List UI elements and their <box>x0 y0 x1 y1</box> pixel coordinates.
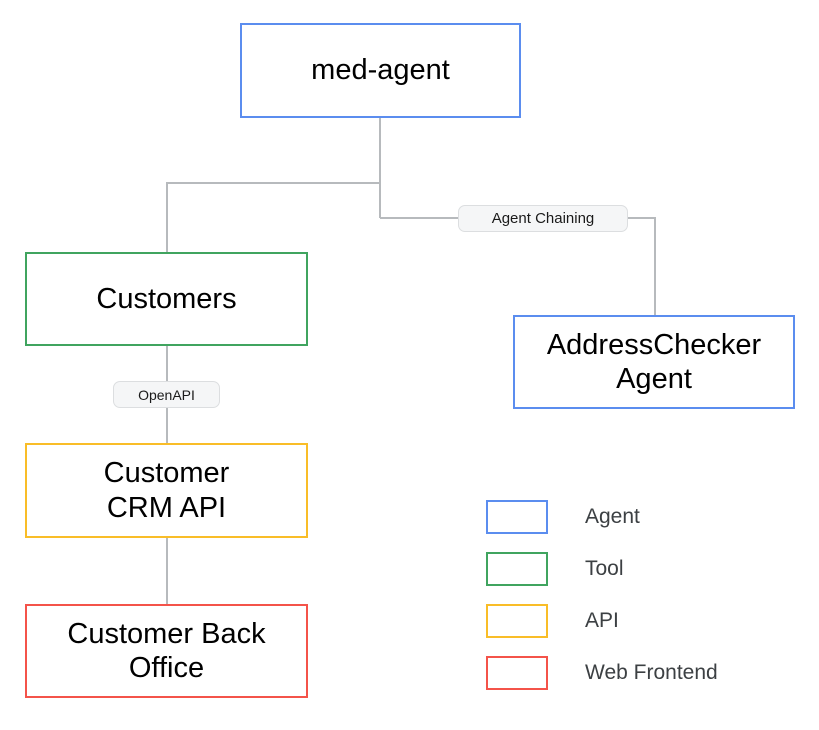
legend-item-api: API <box>486 595 786 647</box>
edge-med-agent-to-address-right <box>626 217 656 315</box>
edge-label-agent-chaining-text: Agent Chaining <box>491 210 595 227</box>
legend-item-tool: Tool <box>486 543 786 595</box>
edge-label-agent-chaining[interactable]: Agent Chaining <box>458 205 628 232</box>
legend-item-agent: Agent <box>486 491 786 543</box>
node-addresschecker-agent[interactable]: AddressChecker Agent <box>513 315 795 409</box>
node-customers-label: Customers <box>96 282 237 315</box>
edge-label-openapi-text: OpenAPI <box>138 386 195 403</box>
node-customer-crm-api[interactable]: Customer CRM API <box>25 443 308 538</box>
legend-label-web-frontend: Web Frontend <box>585 661 718 684</box>
legend-label-api: API <box>585 609 619 632</box>
legend: Agent Tool API Web Frontend <box>486 491 786 699</box>
node-addresschecker-agent-label: AddressChecker Agent <box>546 328 762 395</box>
node-med-agent-label: med-agent <box>311 54 450 87</box>
legend-label-agent: Agent <box>585 505 640 528</box>
legend-swatch-web-frontend <box>486 656 548 690</box>
diagram-canvas: med-agent Customers Customer CRM API Cus… <box>0 0 819 730</box>
edge-label-openapi[interactable]: OpenAPI <box>113 381 220 408</box>
node-med-agent[interactable]: med-agent <box>240 23 521 118</box>
edge-med-agent-to-customers <box>166 182 380 252</box>
node-customer-back-office[interactable]: Customer Back Office <box>25 604 308 698</box>
node-customer-back-office-label: Customer Back Office <box>67 617 266 684</box>
legend-swatch-agent <box>486 500 548 534</box>
node-customer-crm-api-label: Customer CRM API <box>103 457 230 524</box>
node-customers[interactable]: Customers <box>25 252 308 346</box>
legend-swatch-api <box>486 604 548 638</box>
legend-item-web-frontend: Web Frontend <box>486 647 786 699</box>
legend-swatch-tool <box>486 552 548 586</box>
legend-label-tool: Tool <box>585 557 624 580</box>
